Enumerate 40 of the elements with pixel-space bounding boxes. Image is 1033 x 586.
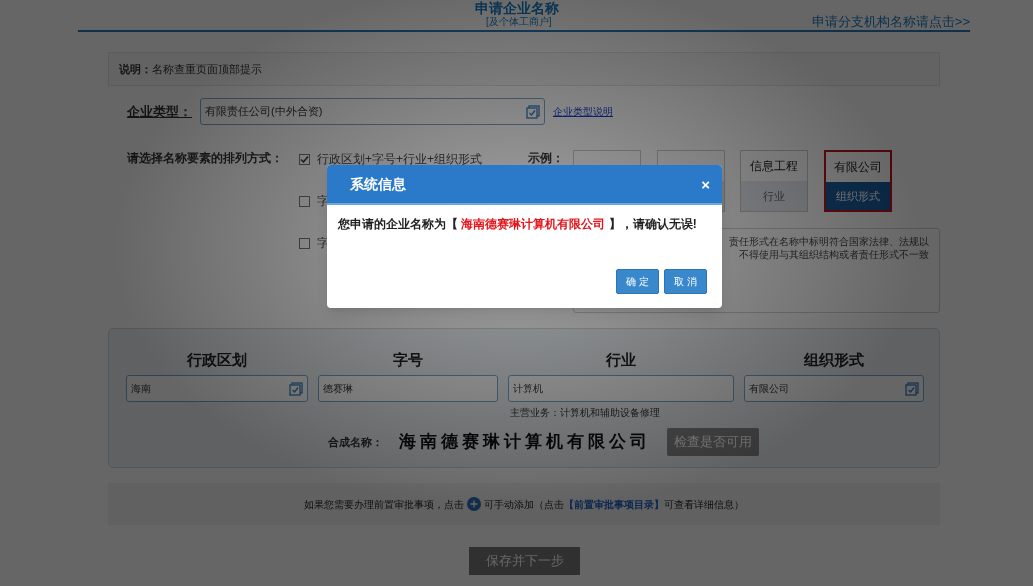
page-subtitle: [及个体工商户] <box>486 16 552 28</box>
branch-link[interactable]: 申请分支机构名称请点击>> <box>811 12 970 32</box>
field-label: 企业类型： <box>127 102 192 121</box>
business-note: 主营业务：计算机和辅助设备修理 <box>510 407 660 418</box>
example-label: 示例： <box>528 150 564 167</box>
column-heading: 组织形式 <box>803 350 865 370</box>
catalog-link[interactable]: 【前置审批事项目录】 <box>564 498 664 510</box>
column-heading: 字号 <box>392 350 424 370</box>
dialog-button[interactable]: 确 定 <box>616 269 660 294</box>
example-tile[interactable]: 信息工程 行业 <box>740 150 808 212</box>
column-heading: 行政区划 <box>186 350 248 370</box>
enterprise-type-select[interactable]: 有限责任公司(中外合资) <box>200 98 545 125</box>
input-field[interactable]: 计算机 <box>508 375 734 402</box>
checkbox[interactable] <box>299 195 310 207</box>
checkbox[interactable] <box>299 153 310 165</box>
page-title: 申请企业名称 <box>475 0 559 16</box>
example-tile[interactable]: 有限公司 组织形式 <box>823 150 892 212</box>
dialog-message: 您申请的企业名称为【 海南德赛琳计算机有限公司 】，请确认无误! <box>337 216 698 233</box>
field-label: 请选择名称要素的排列方式： <box>127 150 283 167</box>
add-icon[interactable] <box>467 497 481 511</box>
option-label: 行政区划+字号+行业+组织形式 <box>317 151 483 168</box>
select-field[interactable]: 海南 <box>126 375 308 402</box>
notice-text: 名称查重页面顶部提示 <box>152 61 262 77</box>
composed-label: 合成名称： <box>328 434 383 450</box>
dialog-title: 系统信息 <box>350 174 406 194</box>
composed-name: 海南德赛琳计算机有限公司 <box>399 430 651 454</box>
column-heading: 行业 <box>605 350 637 370</box>
select-icon <box>905 381 919 396</box>
description-text: 责任形式在名称中标明符合国家法律、法规以 <box>729 235 929 248</box>
checkbox[interactable] <box>299 237 310 249</box>
select-icon <box>526 104 540 119</box>
input-field[interactable]: 德赛琳 <box>318 375 498 402</box>
close-button[interactable]: × <box>701 176 710 192</box>
prerequisite-text: 如果您需要办理前置审批事项，点击 <box>304 497 464 512</box>
help-link[interactable]: 企业类型说明 <box>553 104 613 119</box>
prerequisite-text: 可手动添加（点击【前置审批事项目录】可查看详细信息） <box>484 497 744 512</box>
select-field[interactable]: 有限公司 <box>744 375 924 402</box>
notice-label: 说明： <box>119 61 152 77</box>
dialog-button[interactable]: 取 消 <box>664 269 707 294</box>
select-icon <box>289 381 303 396</box>
